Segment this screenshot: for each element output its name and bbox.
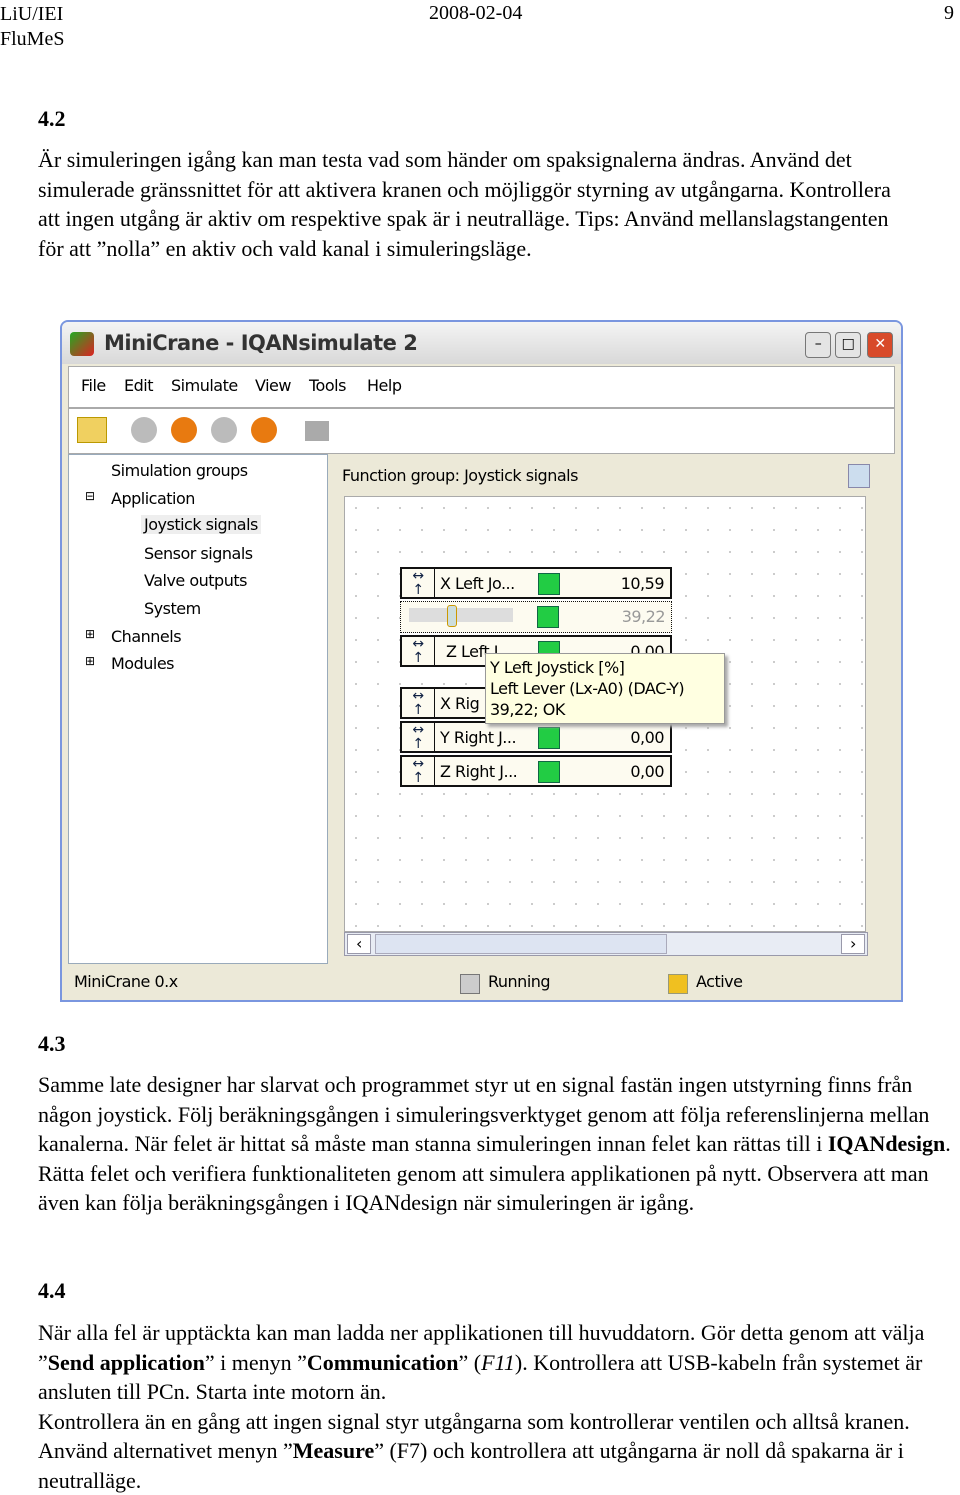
send-icon[interactable] (305, 421, 329, 441)
slider-thumb[interactable] (446, 605, 457, 627)
maximize-icon[interactable]: □ (835, 332, 861, 358)
scroll-left-icon[interactable]: ‹ (347, 934, 371, 954)
menu-edit[interactable]: Edit (124, 376, 153, 395)
value-slider[interactable] (409, 605, 513, 627)
signal-value: 0,00 (630, 728, 664, 747)
tree-modules[interactable]: Modules (111, 654, 175, 673)
running-indicator (460, 974, 480, 994)
header-left: LiU/IEI FluMeS (0, 2, 64, 52)
menu-help[interactable]: Help (367, 376, 402, 395)
signal-canvas: ↔ ↑ X Left Jo... 10,59 39,22 ↔ ↑ Z Left J... 0… (344, 496, 866, 932)
signal-value: 0,00 (630, 762, 664, 781)
signal-label: Z Right J... (440, 762, 518, 781)
tree-simulation-groups[interactable]: Simulation groups (111, 461, 248, 480)
tree-application[interactable]: Application (111, 489, 195, 508)
tooltip: Y Left Joystick [%] Left Lever (Lx-A0) (… (485, 653, 725, 724)
tooltip-line: Left Lever (Lx-A0) (DAC-Y) (490, 679, 685, 698)
scroll-right-icon[interactable]: › (841, 934, 865, 954)
section-heading-4-3: 4.3 (38, 1031, 66, 1056)
menu-view[interactable]: View (255, 376, 291, 395)
status-led (537, 606, 559, 628)
status-led (538, 573, 560, 595)
signal-row[interactable]: 39,22 (400, 601, 672, 633)
move-icon: ↔ ↑ (402, 757, 435, 785)
minimize-icon[interactable]: – (805, 332, 831, 358)
signal-value: 39,22 (621, 607, 666, 626)
tree-channels[interactable]: Channels (111, 627, 182, 646)
signal-label: X Left Jo... (440, 574, 515, 593)
section-body-4-3: Samme late designer har slarvat och prog… (38, 1072, 951, 1215)
active-indicator (668, 974, 688, 994)
app-icon (70, 332, 94, 356)
tree-system[interactable]: System (144, 599, 201, 618)
document-page: LiU/IEI FluMeS 2008-02-04 9 4.2 Är simul… (0, 0, 960, 1495)
signal-row[interactable]: ↔ ↑ Z Right J... 0,00 (400, 755, 672, 787)
signal-row[interactable]: ↔ ↑ X Left Jo... 10,59 (400, 567, 672, 599)
title-bar: MiniCrane - IQANsimulate 2 – □ ✕ (62, 322, 901, 364)
tooltip-line: 39,22; OK (490, 700, 565, 719)
tree-panel: Simulation groups ⊟ Application Joystick… (68, 454, 328, 964)
function-group-title: Function group: Joystick signals (342, 466, 578, 485)
expand-icon[interactable]: ⊞ (85, 654, 95, 668)
institution: LiU/IEI (0, 3, 64, 25)
signal-row[interactable]: ↔ ↑ Y Right J... 0,00 (400, 721, 672, 753)
status-bar: MiniCrane 0.x Running Active (68, 964, 895, 998)
stop-icon[interactable] (251, 417, 277, 443)
move-icon: ↔ ↑ (402, 689, 435, 717)
signal-label: Y Right J... (440, 728, 517, 747)
play-icon[interactable] (131, 417, 157, 443)
toolbar (68, 408, 895, 454)
pause-icon[interactable] (171, 417, 197, 443)
section-heading-4-2: 4.2 (38, 106, 66, 131)
page-number: 9 (944, 2, 954, 24)
section-heading-4-4: 4.4 (38, 1278, 66, 1303)
function-panel: Function group: Joystick signals ↔ ↑ X Lef… (334, 454, 897, 962)
signal-label: X Rig (440, 694, 480, 713)
signal-value: 10,59 (620, 574, 665, 593)
notes-icon[interactable] (848, 464, 870, 488)
move-icon: ↔ ↑ (402, 637, 435, 665)
scroll-thumb[interactable] (375, 934, 667, 954)
tree-valve-outputs[interactable]: Valve outputs (144, 571, 247, 590)
department: FluMeS (0, 28, 65, 50)
open-folder-icon[interactable] (77, 417, 107, 443)
status-active: Active (696, 972, 743, 991)
collapse-icon[interactable]: ⊟ (85, 489, 95, 503)
menu-tools[interactable]: Tools (309, 376, 346, 395)
menu-simulate[interactable]: Simulate (171, 376, 238, 395)
status-running: Running (488, 972, 551, 991)
menu-file[interactable]: File (81, 376, 106, 395)
app-window-screenshot: MiniCrane - IQANsimulate 2 – □ ✕ File Ed… (60, 320, 903, 1002)
section-body-4-4: När alla fel är upptäckta kan man ladda … (38, 1320, 925, 1493)
tooltip-line: Y Left Joystick [%] (490, 658, 625, 677)
menu-bar: File Edit Simulate View Tools Help (68, 366, 895, 408)
expand-icon[interactable]: ⊞ (85, 627, 95, 641)
step-icon[interactable] (211, 417, 237, 443)
horizontal-scrollbar[interactable]: ‹ › (344, 932, 868, 956)
close-icon[interactable]: ✕ (867, 332, 893, 358)
tree-joystick-signals[interactable]: Joystick signals (141, 515, 261, 534)
status-led (538, 727, 560, 749)
status-app: MiniCrane 0.x (74, 972, 178, 991)
move-icon: ↔ ↑ (402, 723, 435, 751)
status-led (538, 761, 560, 783)
tree-sensor-signals[interactable]: Sensor signals (144, 544, 253, 563)
move-icon: ↔ ↑ (402, 569, 435, 597)
section-body-4-2: Är simuleringen igång kan man testa vad … (38, 147, 891, 261)
header-date: 2008-02-04 (429, 2, 523, 24)
window-title: MiniCrane - IQANsimulate 2 (104, 331, 418, 355)
